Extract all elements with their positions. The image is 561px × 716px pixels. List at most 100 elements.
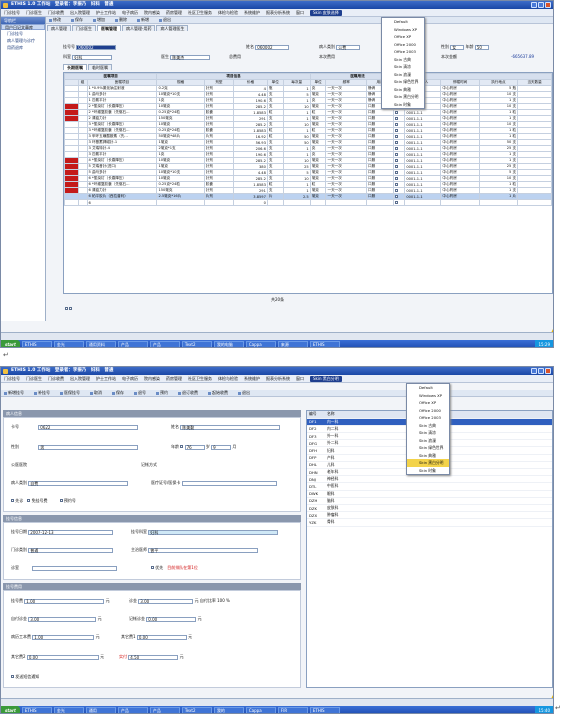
card-input[interactable]: 060002 bbox=[76, 44, 117, 50]
menu-item[interactable]: 护士工作站 bbox=[96, 10, 116, 16]
notify-checkbox[interactable] bbox=[11, 675, 14, 678]
row-checkbox[interactable] bbox=[395, 188, 399, 192]
skin-option[interactable]: Skin 古典 bbox=[382, 56, 424, 64]
table-row[interactable]: 60 bbox=[64, 199, 552, 206]
toolbar-button[interactable]: 退出 bbox=[159, 17, 176, 23]
tab[interactable]: 医嘱管理 bbox=[97, 25, 121, 31]
insure-input[interactable] bbox=[181, 480, 277, 486]
age-input[interactable]: 76 bbox=[184, 444, 205, 450]
maximize-button[interactable] bbox=[538, 368, 544, 374]
taskbar-button[interactable]: FIR bbox=[277, 707, 308, 713]
room-input[interactable] bbox=[32, 565, 118, 571]
menu-item[interactable]: 护士工作站 bbox=[96, 376, 116, 382]
record-fee-input[interactable]: 0.00 bbox=[146, 616, 197, 622]
skin-option[interactable]: Skin 绿色世界 bbox=[407, 444, 449, 452]
menu-item[interactable]: Skin 皮肤选择 bbox=[310, 9, 342, 16]
list-item[interactable]: DNJ 神经科 bbox=[307, 475, 552, 484]
menu-item[interactable]: 电子病历 bbox=[122, 376, 138, 382]
other1-input[interactable]: 0.00 bbox=[136, 634, 187, 640]
skin-option[interactable]: Default bbox=[407, 384, 449, 392]
row-checkbox[interactable] bbox=[395, 146, 399, 150]
taskbar-button[interactable]: ETHIS bbox=[21, 707, 52, 713]
toolbar-button[interactable]: 预约 bbox=[156, 390, 173, 396]
toolbar-button[interactable]: 保存 bbox=[71, 17, 88, 23]
menu-item[interactable]: 门诊挂号 bbox=[4, 376, 20, 382]
skin-option[interactable]: Skin 清凉 bbox=[407, 429, 449, 437]
skin-option[interactable]: Skin 黑白分明 bbox=[382, 93, 424, 101]
row-checkbox[interactable] bbox=[395, 182, 399, 186]
age-checkbox[interactable] bbox=[180, 445, 184, 448]
toolbar-button[interactable]: 退订收费 bbox=[178, 390, 203, 396]
clinic-type-input[interactable]: 普通 bbox=[28, 547, 114, 553]
card-input[interactable]: 0622 bbox=[38, 424, 139, 430]
menu-item[interactable]: 电子病历 bbox=[122, 10, 138, 16]
age-input[interactable]: 50 bbox=[474, 44, 489, 50]
sidebar-item-register[interactable]: 门诊挂号 bbox=[1, 30, 45, 37]
reg-dept-input[interactable]: 妇科 bbox=[148, 529, 279, 535]
month-input[interactable]: 9 bbox=[211, 444, 232, 450]
close-button[interactable] bbox=[545, 2, 551, 8]
list-item[interactable]: DTL 中医科 bbox=[307, 482, 552, 491]
taskbar-button[interactable]: ETHIS bbox=[309, 341, 340, 347]
priority-checkbox[interactable] bbox=[151, 566, 154, 569]
menu-item[interactable]: 出入院管理 bbox=[70, 10, 90, 16]
skin-option[interactable]: Skin 典雅 bbox=[407, 452, 449, 460]
taskbar-button[interactable]: 产品 bbox=[117, 707, 148, 713]
real-pay-input[interactable]: 4.50 bbox=[128, 654, 179, 660]
minimize-button[interactable] bbox=[531, 2, 537, 8]
row-checkbox[interactable] bbox=[395, 176, 399, 180]
menu-item[interactable]: 药房管理 bbox=[166, 376, 182, 382]
selfreg-input[interactable]: 3.00 bbox=[28, 616, 97, 622]
skin-option[interactable]: Office 2003 bbox=[382, 48, 424, 56]
toolbar-button[interactable]: 修改 bbox=[49, 17, 66, 23]
row-checkbox[interactable] bbox=[395, 152, 399, 156]
taskbar-button[interactable]: 通用资料 bbox=[85, 341, 116, 347]
toolbar-button[interactable]: 取消 bbox=[90, 390, 107, 396]
menu-item[interactable]: 门诊收费 bbox=[48, 10, 64, 16]
skin-option[interactable]: Skin 古典 bbox=[407, 422, 449, 430]
name-input[interactable]: 060002 bbox=[255, 44, 290, 50]
reg-fee-input[interactable]: 1.00 bbox=[24, 598, 105, 604]
list-item[interactable]: DWK 眼科 bbox=[307, 490, 552, 498]
toolbar-button[interactable]: 新增挂号 bbox=[4, 390, 29, 396]
first-checkbox[interactable] bbox=[11, 499, 14, 502]
list-item[interactable]: DZH 脑科 bbox=[307, 497, 552, 505]
skin-option[interactable]: Skin 浪漫 bbox=[407, 437, 449, 445]
row-checkbox[interactable] bbox=[395, 110, 399, 114]
tab[interactable]: 门诊医生 bbox=[72, 25, 96, 31]
menu-item[interactable]: 社区卫生服务 bbox=[188, 376, 212, 382]
menu-item[interactable]: 系统维护 bbox=[244, 10, 260, 16]
minimize-button[interactable] bbox=[531, 368, 537, 374]
chief-doctor-input[interactable]: 曾平 bbox=[148, 547, 259, 553]
checkbox[interactable] bbox=[65, 307, 68, 310]
taskbar-button[interactable]: Text2 bbox=[181, 341, 212, 347]
toolbar-button[interactable]: 删除 bbox=[115, 17, 132, 23]
taskbar-button[interactable]: 我的电脑 bbox=[213, 341, 244, 347]
skin-option[interactable]: Default bbox=[382, 18, 424, 26]
toolbar-button[interactable]: 起始收费 bbox=[208, 390, 233, 396]
menu-item[interactable]: 系统维护 bbox=[244, 376, 260, 382]
taskbar-button[interactable]: 产品 bbox=[149, 341, 180, 347]
skin-option[interactable]: Office 2000 bbox=[407, 407, 449, 415]
menu-item[interactable]: 门诊医生 bbox=[26, 10, 42, 16]
toolbar-button[interactable]: 新增 bbox=[137, 17, 154, 23]
taskbar-button[interactable]: 来源 bbox=[277, 341, 308, 347]
menu-item[interactable]: 门诊收费 bbox=[48, 376, 64, 382]
skin-option[interactable]: Skin 黑白分明 bbox=[407, 459, 449, 467]
toolbar-button[interactable]: 补挂号 bbox=[34, 390, 55, 396]
close-button[interactable] bbox=[545, 368, 551, 374]
menu-item[interactable]: 药房管理 bbox=[166, 10, 182, 16]
skin-option[interactable]: Windows XP bbox=[407, 392, 449, 400]
order-tab[interactable]: 临时医嘱 bbox=[88, 64, 112, 70]
skin-option[interactable]: Skin 时象 bbox=[382, 101, 424, 109]
other2-input[interactable]: 0.00 bbox=[26, 654, 99, 660]
start-button[interactable]: start bbox=[1, 340, 20, 347]
taskbar-button[interactable]: 金光 bbox=[53, 707, 84, 713]
skin-option[interactable]: Skin 时象 bbox=[407, 467, 449, 475]
taskbar-button[interactable]: 产品 bbox=[149, 707, 180, 713]
taskbar-button[interactable]: ETHIS bbox=[21, 341, 52, 347]
taskbar-button[interactable]: 我的 bbox=[213, 707, 244, 713]
dept-input[interactable]: 妇科 bbox=[72, 54, 113, 60]
toolbar-button[interactable]: 保存 bbox=[112, 390, 129, 396]
row-checkbox[interactable] bbox=[395, 164, 399, 168]
